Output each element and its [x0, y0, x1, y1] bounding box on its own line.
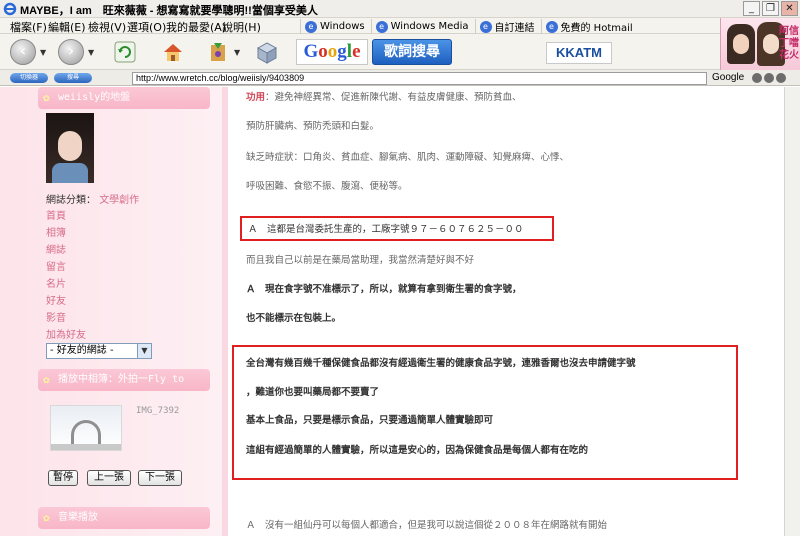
- menu-favorites[interactable]: 我的最愛(A): [166, 19, 226, 35]
- sidebar-header-profile: ✿ weiisly的地盤: [38, 87, 210, 109]
- article-line: ，難道你也要叫藥局都不要賣了: [246, 387, 380, 398]
- sidebar-link-home[interactable]: 首頁: [46, 207, 66, 222]
- link-hotmail[interactable]: e 免費的 Hotmail: [540, 19, 633, 34]
- category-link[interactable]: 文學創作: [99, 195, 139, 206]
- article-line: 缺乏時症狀：口角炎、貧血症、腳氣病、肌肉、運動障礙、知覺麻痺、心悸、: [246, 152, 570, 163]
- sidebar-link-guestbook[interactable]: 留言: [46, 258, 66, 273]
- back-button[interactable]: ‹: [10, 39, 36, 65]
- photo-caption: IMG_7392: [136, 406, 180, 416]
- ie-icon: e: [479, 20, 492, 33]
- category-label: 網誌分類：: [46, 195, 96, 206]
- links-bar: e Windows e Windows Media e 自訂連結 e 免費的 Hotma…: [300, 19, 633, 34]
- ie-icon: e: [375, 20, 388, 33]
- page-content: ✿ weiisly的地盤 網誌分類： 文學創作 首頁 相簿 網誌 留言 名片 好…: [0, 87, 800, 536]
- article-line: Ａ 沒有一組仙丹可以每個人都適合，但是我可以說這個從２００８年在網路就有開始: [246, 520, 608, 531]
- stop-icon[interactable]: [764, 73, 774, 83]
- window-title: MAYBE，I am 旺來薇薇 - 想寫寫就要學聰明!!當個享受美人: [20, 5, 318, 17]
- home-icon[interactable]: [160, 39, 186, 65]
- link-label: 自訂連結: [494, 23, 535, 34]
- album-photo[interactable]: [50, 405, 122, 451]
- link-label: Windows: [320, 21, 365, 32]
- back-dropdown-icon[interactable]: ▼: [40, 48, 46, 57]
- minimize-button[interactable]: _: [743, 1, 760, 16]
- google-toolbar-button[interactable]: Google: [296, 39, 368, 65]
- sidebar: ✿ weiisly的地盤 網誌分類： 文學創作 首頁 相簿 網誌 留言 名片 好…: [0, 87, 228, 536]
- sidebar-link-add-friend[interactable]: 加為好友: [46, 326, 86, 341]
- avatar[interactable]: [46, 113, 94, 183]
- article-line: 而且我自己以前是在藥局當助理，我當然清楚好與不好: [246, 255, 475, 266]
- menu-view[interactable]: 檢視(V): [88, 19, 126, 35]
- ie-icon: [3, 2, 17, 16]
- article-line: 呼吸困難、食慾不振、腹瀉、便秘等。: [246, 181, 408, 192]
- forward-button[interactable]: ›: [58, 39, 84, 65]
- ad-banner[interactable]: 阿信 丁噹 花火: [720, 18, 800, 70]
- refresh-icon[interactable]: [112, 39, 138, 65]
- close-button[interactable]: ✕: [781, 1, 798, 16]
- lyric-search-button[interactable]: 歌詞搜尋: [372, 39, 452, 65]
- favorites-dropdown-icon[interactable]: ▼: [234, 48, 240, 57]
- sidebar-divider: [222, 87, 228, 536]
- ad-person-image: [727, 24, 755, 64]
- sidebar-link-profile[interactable]: 名片: [46, 275, 66, 290]
- sidebar-link-album[interactable]: 相簿: [46, 224, 66, 239]
- menu-file[interactable]: 檔案(F): [10, 19, 47, 35]
- options-icon[interactable]: [776, 73, 786, 83]
- ie-icon: e: [545, 20, 558, 33]
- pause-button[interactable]: 暫停: [48, 470, 78, 486]
- search-icon[interactable]: [752, 73, 762, 83]
- link-windows[interactable]: e Windows: [300, 19, 365, 34]
- search-engine-label[interactable]: Google: [712, 72, 744, 83]
- link-label: Windows Media: [390, 21, 469, 32]
- title-bar: MAYBE，I am 旺來薇薇 - 想寫寫就要學聰明!!當個享受美人 _ ❐ ✕: [0, 0, 800, 18]
- link-windows-media[interactable]: e Windows Media: [370, 19, 469, 34]
- select-value: - 好友的網誌 -: [50, 345, 114, 356]
- ie-icon: e: [305, 20, 317, 33]
- article-line: 也不能標示在包裝上。: [246, 313, 342, 324]
- ad-text: 阿信 丁噹 花火: [779, 26, 799, 61]
- previous-button[interactable]: 上一張: [87, 470, 131, 486]
- address-bar: 切換器 搜尋 http://www.wretch.cc/blog/weiisly…: [0, 70, 800, 86]
- link-custom[interactable]: e 自訂連結: [474, 19, 535, 34]
- category-row: 網誌分類： 文學創作: [46, 191, 139, 206]
- package-icon[interactable]: [254, 39, 280, 65]
- page-scrollbar[interactable]: [784, 87, 800, 536]
- article-line: 功用：避免神經異常、促進新陳代謝、有益皮膚健康、預防貧血、: [246, 89, 522, 103]
- article-line: 全台灣有幾百幾千種保健食品都沒有經過衛生署的健康食品字號，連雅香爾也沒去申請健字…: [246, 358, 636, 369]
- star-icon: ✿: [43, 373, 50, 386]
- forward-dropdown-icon[interactable]: ▼: [88, 48, 94, 57]
- menu-options[interactable]: 選項(O): [127, 19, 166, 35]
- link-label: 免費的 Hotmail: [560, 23, 633, 34]
- sidebar-link-blog[interactable]: 網誌: [46, 241, 66, 256]
- sidebar-header-label: weiisly的地盤: [58, 92, 131, 103]
- article-line: 這組有經過簡單的人體實驗，所以這是安心的，因為保健食品是每個人都有在吃的: [246, 445, 589, 456]
- address-input[interactable]: http://www.wretch.cc/blog/weiisly/940380…: [132, 72, 707, 85]
- sidebar-header-label: 播放中相簿：外拍一Fly to: [58, 374, 185, 385]
- switch-pill-button[interactable]: 切換器: [10, 73, 48, 83]
- star-icon: ✿: [43, 91, 50, 104]
- article-line: Ａ 這都是台灣委託生產的，工廠字號９７－６０７６２５－００: [248, 224, 524, 235]
- menu-help[interactable]: 說明(H): [222, 19, 261, 35]
- restore-button[interactable]: ❐: [762, 1, 779, 16]
- sidebar-header-label: 音樂播放: [58, 512, 98, 523]
- sidebar-header-album: ✿ 播放中相簿：外拍一Fly to: [38, 369, 210, 391]
- search-pill-button[interactable]: 搜尋: [54, 73, 92, 83]
- sidebar-link-friends[interactable]: 好友: [46, 292, 66, 307]
- article-text: ：避免神經異常、促進新陳代謝、有益皮膚健康、預防貧血、: [265, 92, 522, 103]
- sidebar-link-video[interactable]: 影音: [46, 309, 66, 324]
- article-line: Ａ 現在食字號不准標示了，所以，就算有拿到衛生署的食字號，: [246, 284, 522, 295]
- kkatm-button[interactable]: KKATM: [546, 42, 612, 64]
- article-line: 預防肝臟病、預防禿頭和白髮。: [246, 121, 380, 132]
- menu-edit[interactable]: 編輯(E): [48, 19, 86, 35]
- friend-blog-select[interactable]: - 好友的網誌 - ▼: [46, 343, 152, 359]
- star-icon: ✿: [43, 511, 50, 524]
- favorites-icon[interactable]: [206, 39, 232, 65]
- toolbar: ‹ ▼ › ▼ ▼ Google 歌詞搜尋 KKATM: [0, 34, 720, 70]
- menu-bar: 檔案(F) 編輯(E) 檢視(V) 選項(O) 我的最愛(A) 說明(H) eW…: [0, 18, 720, 34]
- next-button[interactable]: 下一張: [138, 470, 182, 486]
- article-line: 基本上食品，只要是標示食品，只要通過簡單人體實驗即可: [246, 415, 494, 426]
- chevron-down-icon[interactable]: ▼: [137, 344, 151, 358]
- article-keyword: 功用: [246, 92, 266, 103]
- sidebar-header-music: ✿ 音樂播放: [38, 507, 210, 529]
